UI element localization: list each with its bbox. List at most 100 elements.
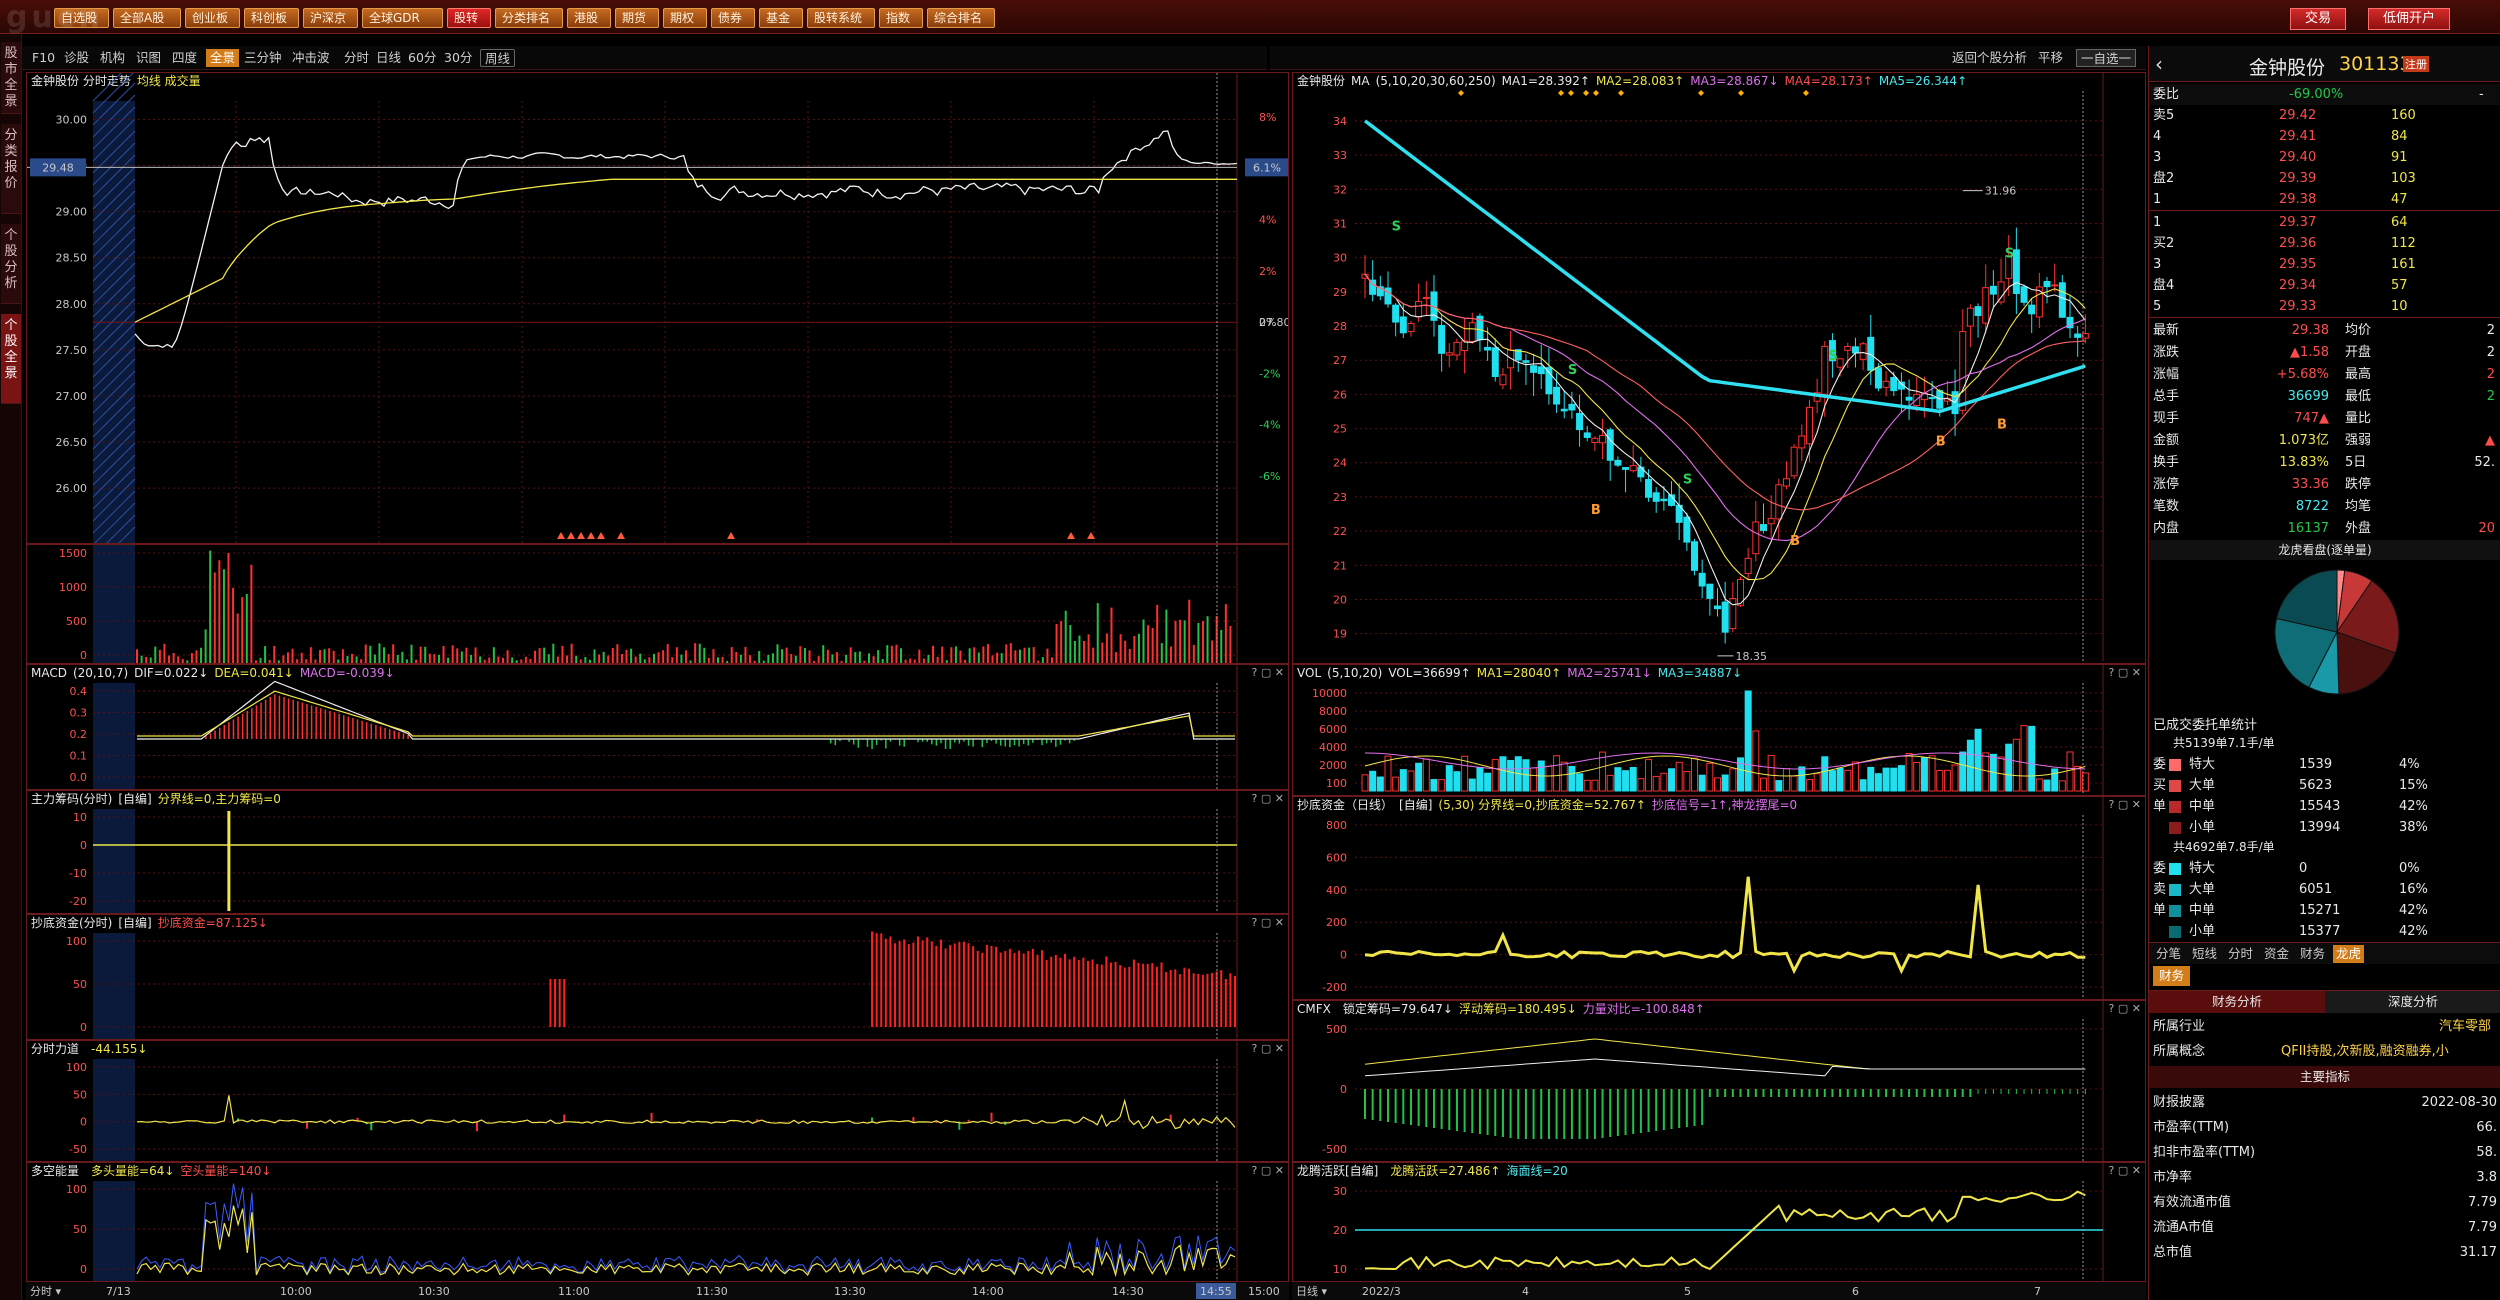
finance-row: 市净率 3.8 — [2153, 1170, 2497, 1185]
kline-volume-bar — [1959, 751, 1967, 792]
candle-body — [1422, 296, 1430, 299]
topbar-item-15[interactable]: 综合排名 — [927, 8, 995, 28]
kline-volume-bar — [2035, 778, 2043, 792]
intraday-price-chart[interactable]: 30.0029.5029.0028.5028.0027.5027.0026.50… — [27, 73, 1289, 544]
open-account-button[interactable]: 低佣开户 — [2368, 8, 2451, 30]
kline-volume-bar — [1775, 780, 1783, 792]
price-tick: 27.00 — [56, 390, 88, 403]
vtab-stock-analysis[interactable]: 个股分析 — [1, 224, 21, 304]
impulse-button[interactable]: 冲击波 — [292, 49, 330, 67]
kline-volume-bar — [1545, 765, 1553, 792]
buy-signal-marker: B — [1790, 534, 1800, 549]
kline-volume-bar — [1821, 756, 1829, 792]
candle-body — [2028, 304, 2036, 315]
vtab-stock-panorama[interactable]: 个股全景 — [1, 314, 21, 404]
candle-body — [1530, 365, 1538, 373]
sell-signal-marker: S — [1392, 219, 1401, 234]
sell-signal-marker: S — [2005, 247, 2014, 262]
institution-button[interactable]: 机构 — [100, 49, 125, 67]
kline-price-chart[interactable]: 34 33 32 31 30 29 28 27 26 25 24 23 22 21 20 19 31.96 18.… — [1293, 73, 2146, 664]
topbar-item-11[interactable]: 债券 — [711, 8, 755, 28]
candle-body — [1545, 367, 1553, 395]
topbar-item-1[interactable]: 全部A股 — [113, 8, 181, 28]
side-tab-0[interactable]: 分笔 — [2153, 945, 2184, 963]
fin-analysis-tab[interactable]: 财务分析 — [2149, 991, 2325, 1013]
side-cell: 1 — [2153, 215, 2162, 230]
kline-volume-bar — [1422, 758, 1430, 792]
side-cell: 盘4 — [2153, 278, 2175, 293]
topbar-item-7[interactable]: 分类排名 — [495, 8, 563, 28]
pan-button[interactable]: 平移 — [2038, 49, 2063, 67]
finance-tab[interactable]: 财务 — [2153, 966, 2191, 986]
signal-triangle — [1067, 532, 1075, 539]
kline-price-tick: 24 — [1333, 457, 1347, 470]
kline-volume-bar — [2058, 780, 2066, 792]
trade-button[interactable]: 交易 — [2290, 8, 2347, 30]
period-weekly[interactable]: 周线 — [480, 49, 516, 67]
side-tab-3[interactable]: 资金 — [2261, 945, 2292, 963]
topbar-item-14[interactable]: 指数 — [879, 8, 923, 28]
four-degree-button[interactable]: 四度 — [172, 49, 197, 67]
deep-analysis-tab[interactable]: 深度分析 — [2325, 991, 2500, 1013]
stat-value: 16137 — [2287, 521, 2329, 536]
panorama-button[interactable]: 全景 — [206, 49, 240, 67]
kline-sub-axis-tick: 2000 — [1319, 759, 1347, 772]
back-arrow-icon[interactable]: ‹ — [2155, 52, 2163, 76]
side-tab-1[interactable]: 短线 — [2189, 945, 2220, 963]
kline-volume-bar — [1683, 771, 1691, 792]
event-diamond — [1618, 90, 1624, 96]
sub-axis-tick: 0 — [80, 1116, 87, 1129]
kline-volume-bar — [1928, 755, 1936, 792]
time-tick: 14:30 — [1112, 1285, 1144, 1298]
kline-price-tick: 30 — [1333, 252, 1347, 265]
price-tick: 26.00 — [56, 482, 88, 495]
watchlist-select[interactable]: 一自选一 — [2076, 49, 2137, 67]
side-tab-4[interactable]: 财务 — [2297, 945, 2328, 963]
vtab-category-quote[interactable]: 分类报价 — [1, 124, 21, 214]
candle-body — [1997, 281, 2005, 303]
side-tab-2[interactable]: 分时 — [2225, 945, 2256, 963]
signal-triangle — [587, 532, 595, 539]
side-cell: 3 — [2153, 150, 2162, 165]
topbar-item-5[interactable]: 全球GDR — [362, 8, 443, 28]
stat-value: 8722 — [2295, 499, 2329, 514]
candle-body — [2058, 282, 2066, 318]
candle-body — [2074, 333, 2082, 338]
topbar-item-10[interactable]: 期权 — [663, 8, 707, 28]
topbar-item-8[interactable]: 港股 — [567, 8, 611, 28]
pct-tick: -6% — [1259, 470, 1280, 483]
vtab-market-overview[interactable]: 股市全景 — [1, 42, 21, 114]
intraday-bottom-label[interactable]: 分时 ▾ — [30, 1285, 61, 1298]
topbar-item-13[interactable]: 股转系统 — [807, 8, 875, 28]
topbar-item-6[interactable]: 股转 — [447, 8, 491, 28]
sell-signal-marker: S — [1828, 349, 1837, 364]
stat-label: 笔数 — [2153, 499, 2180, 514]
kline-volume-bar — [1913, 762, 1921, 792]
three-minute-button[interactable]: 三分钟 — [244, 49, 282, 67]
topbar-item-2[interactable]: 创业板 — [185, 8, 240, 28]
diagnose-button[interactable]: 诊股 — [64, 49, 89, 67]
topbar-item-4[interactable]: 沪深京 — [303, 8, 358, 28]
side-tab-5[interactable]: 龙虎 — [2333, 945, 2365, 963]
topbar-item-9[interactable]: 期货 — [615, 8, 659, 28]
stat-value-right: ▲ — [2485, 433, 2495, 448]
topbar-item-12[interactable]: 基金 — [759, 8, 803, 28]
bid-row: 买2 29.36 112 — [2149, 233, 2500, 254]
period-60min[interactable]: 60分 — [408, 49, 436, 67]
kline-bottom-label[interactable]: 日线 ▾ — [1296, 1284, 1327, 1298]
back-to-analysis-button[interactable]: 返回个股分析 — [1952, 49, 2027, 67]
kline-price-tick: 28 — [1333, 320, 1347, 333]
topbar-item-3[interactable]: 科创板 — [244, 8, 299, 28]
side-cell: 29.33 — [2279, 299, 2317, 314]
period-daily[interactable]: 日线 — [376, 49, 401, 67]
period-intraday[interactable]: 分时 — [344, 49, 369, 67]
f10-button[interactable]: F10 — [32, 49, 55, 67]
current-price-tag-text: 29.48 — [42, 161, 74, 174]
buy-order-row: 小单 13994 38% — [2149, 817, 2500, 838]
candle-body — [1982, 287, 1990, 324]
sub-axis-tick: -10 — [69, 867, 87, 880]
period-30min[interactable]: 30分 — [444, 49, 472, 67]
pattern-button[interactable]: 识图 — [136, 49, 161, 67]
candle-body — [1928, 397, 1936, 400]
sub-axis-tick: 0.0 — [70, 771, 88, 784]
